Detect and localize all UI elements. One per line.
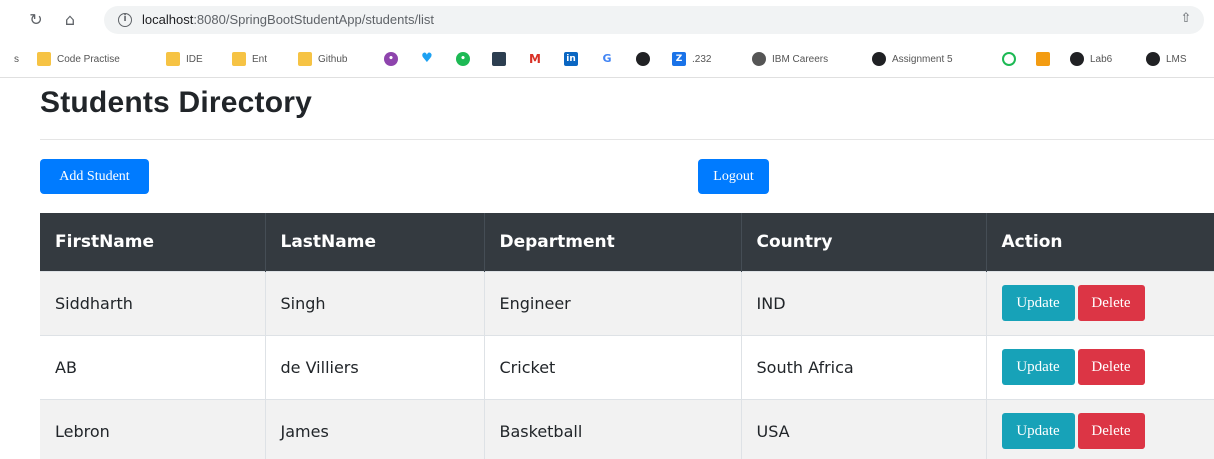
title-divider — [40, 139, 1214, 140]
logout-button[interactable]: Logout — [698, 159, 769, 194]
purple-circle-icon: • — [384, 52, 398, 66]
cell-firstname: Siddharth — [40, 270, 266, 335]
table-row: AB de Villiers Cricket South Africa Upda… — [40, 334, 1214, 399]
cell-lastname: Singh — [265, 270, 485, 335]
bookmark-item-gh[interactable] — [636, 51, 656, 67]
update-button[interactable]: Update — [1001, 349, 1075, 385]
cell-lastname: James — [265, 398, 485, 459]
blue-square-icon: Z — [672, 52, 686, 66]
linkedin-icon: in — [564, 52, 578, 66]
square-dark-icon — [492, 52, 506, 66]
folder-icon — [166, 52, 180, 66]
update-button[interactable]: Update — [1001, 285, 1075, 321]
cell-department: Engineer — [484, 270, 742, 335]
bookmark-item-green[interactable]: • — [456, 51, 476, 67]
folder-icon — [298, 52, 312, 66]
gmail-icon: M — [529, 52, 541, 66]
header-lastname: LastName — [265, 213, 485, 271]
header-firstname: FirstName — [40, 213, 266, 271]
header-country: Country — [741, 213, 987, 271]
cell-department: Cricket — [484, 334, 742, 399]
cell-firstname: AB — [40, 334, 266, 399]
cell-country: IND — [741, 270, 987, 335]
cell-firstname: Lebron — [40, 398, 266, 459]
github-icon — [1146, 52, 1160, 66]
cell-action: Update Delete — [986, 270, 1214, 335]
site-info-icon[interactable]: i — [118, 13, 132, 27]
bookmark-item-ide[interactable]: IDE — [166, 51, 203, 67]
url-bar[interactable]: i localhost:8080/SpringBootStudentApp/st… — [104, 6, 1204, 34]
bookmark-item-twitter[interactable]: ♥ — [420, 51, 440, 67]
orange-square-icon — [1036, 52, 1050, 66]
bookmark-item-github[interactable]: Github — [298, 51, 347, 67]
cell-action: Update Delete — [986, 398, 1214, 459]
bookmark-item-ibm[interactable]: IBM Careers — [752, 51, 828, 67]
github-icon — [872, 52, 886, 66]
globe-icon — [752, 52, 766, 66]
g-icon: G — [602, 52, 612, 65]
twitter-icon: ♥ — [421, 51, 433, 66]
folder-icon — [232, 52, 246, 66]
bookmark-item-ent[interactable]: Ent — [232, 51, 267, 67]
url-text[interactable]: localhost:8080/SpringBootStudentApp/stud… — [142, 12, 434, 27]
bookmark-item-linkedin[interactable]: in — [564, 51, 584, 67]
bookmark-item-lab6[interactable]: Lab6 — [1070, 51, 1112, 67]
bookmark-item-purple[interactable]: • — [384, 51, 404, 67]
green-circle-icon: • — [456, 52, 470, 66]
cell-department: Basketball — [484, 398, 742, 459]
header-department: Department — [484, 213, 742, 271]
delete-button[interactable]: Delete — [1077, 413, 1145, 450]
delete-button[interactable]: Delete — [1077, 285, 1145, 321]
bookmark-item-dark[interactable] — [492, 51, 512, 67]
bookmark-item-orange[interactable] — [1036, 51, 1056, 67]
header-action: Action — [986, 213, 1214, 271]
bookmarks-bar: s Code Practise IDE Ent Github • ♥ • M i… — [0, 40, 1214, 78]
cell-action: Update Delete — [986, 334, 1214, 399]
folder-icon — [37, 52, 51, 66]
cell-country: USA — [741, 398, 987, 459]
bookmark-item-assignment5[interactable]: Assignment 5 — [872, 51, 953, 67]
bookmark-item-232[interactable]: Z .232 — [672, 51, 711, 67]
green-ring-icon — [1002, 52, 1016, 66]
bookmark-item-green-ring[interactable] — [1002, 51, 1022, 67]
table-row: Siddharth Singh Engineer IND Update Delet… — [40, 270, 1214, 335]
cell-country: South Africa — [741, 334, 987, 399]
share-icon[interactable]: ⇧ — [1178, 11, 1194, 27]
browser-toolbar: ↻ ⌂ i localhost:8080/SpringBootStudentAp… — [0, 0, 1214, 40]
delete-button[interactable]: Delete — [1077, 349, 1145, 385]
bookmark-item[interactable]: s — [14, 51, 19, 67]
bookmark-item-lms[interactable]: LMS — [1146, 51, 1187, 67]
reload-icon[interactable]: ↻ — [26, 10, 46, 30]
bookmark-item-code-practise[interactable]: Code Practise — [37, 51, 120, 67]
page-title: Students Directory — [40, 86, 312, 119]
students-table: FirstName LastName Department Country Ac… — [40, 213, 1214, 459]
add-student-button[interactable]: Add Student — [40, 159, 149, 194]
bookmark-item-gmail[interactable]: M — [528, 51, 548, 67]
github-icon — [636, 52, 650, 66]
table-header-row: FirstName LastName Department Country Ac… — [40, 213, 1214, 271]
home-icon[interactable]: ⌂ — [60, 10, 80, 30]
cell-lastname: de Villiers — [265, 334, 485, 399]
github-icon — [1070, 52, 1084, 66]
bookmark-item-g[interactable]: G — [600, 51, 620, 67]
table-row: Lebron James Basketball USA Update Delete — [40, 398, 1214, 459]
update-button[interactable]: Update — [1001, 413, 1075, 450]
